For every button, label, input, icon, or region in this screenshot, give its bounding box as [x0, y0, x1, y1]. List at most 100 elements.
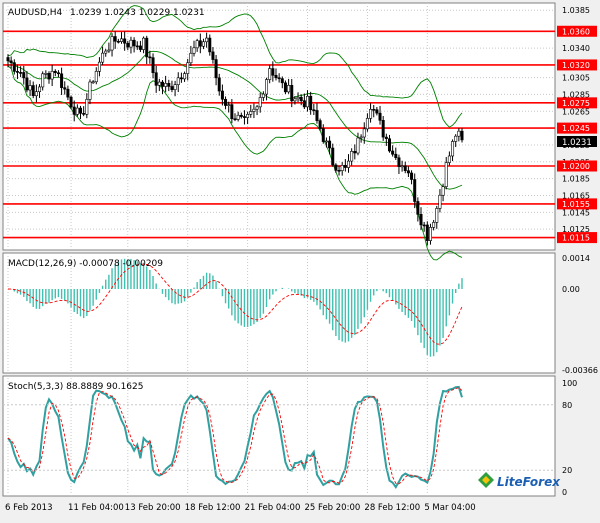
candle-body: [148, 56, 152, 59]
candle-body: [142, 37, 146, 50]
macd-pane[interactable]: [2, 252, 556, 374]
candle-body: [138, 45, 142, 50]
candle-body: [340, 165, 344, 171]
candle-body: [435, 208, 439, 223]
candle-body: [331, 147, 335, 166]
candle-body: [15, 71, 19, 73]
candle-body: [274, 75, 278, 79]
macd-title: MACD(12,26,9) -0.00078 -0.00209: [8, 259, 163, 269]
candle-body: [337, 170, 341, 172]
candle-body: [120, 38, 124, 42]
candle-body: [381, 120, 385, 138]
candle-body: [384, 136, 388, 140]
candle-body: [53, 70, 57, 74]
candle-body: [413, 179, 417, 202]
candle-body: [410, 172, 414, 180]
candle-body: [387, 138, 391, 152]
candle-body: [85, 99, 89, 115]
candle-body: [365, 118, 369, 130]
candle-body: [9, 60, 13, 63]
candle-body: [236, 114, 240, 120]
candle-body: [334, 164, 338, 171]
level-tag-label: 1.0115: [562, 234, 590, 243]
candle-body: [265, 79, 269, 95]
candle-body: [173, 84, 177, 90]
x-tick-label: 11 Feb 04:00: [68, 503, 124, 513]
macd-tick-label: -0.00366: [562, 366, 598, 375]
candle-body: [72, 106, 76, 115]
candle-body: [19, 72, 23, 74]
candle-body: [25, 77, 29, 91]
candle-body: [220, 90, 224, 100]
candle-body: [375, 109, 379, 114]
candle-body: [113, 36, 117, 42]
candle-body: [318, 120, 322, 129]
candle-body: [160, 81, 164, 87]
macd-tick-label: 0.00: [562, 285, 580, 294]
candle-body: [287, 85, 291, 93]
candle-body: [378, 112, 382, 121]
candle-body: [205, 37, 209, 43]
candle-body: [104, 50, 108, 54]
candle-body: [255, 106, 259, 110]
candle-body: [306, 95, 310, 108]
candle-body: [350, 151, 354, 162]
candle-body: [321, 128, 325, 142]
stoch-tick-label: 0: [562, 488, 567, 497]
candle-body: [261, 93, 265, 98]
candle-body: [129, 39, 133, 48]
candle-body: [447, 155, 451, 163]
candle-body: [290, 85, 294, 102]
candle-body: [233, 118, 237, 121]
candle-body: [277, 77, 281, 80]
candle-body: [154, 72, 158, 86]
logo-text: LiteForex: [497, 475, 561, 489]
candle-body: [425, 224, 429, 241]
candle-body: [400, 165, 404, 168]
candle-body: [12, 62, 16, 72]
x-tick-label: 6 Feb 2013: [5, 503, 53, 513]
candle-body: [101, 52, 105, 63]
stoch-tick-label: 20: [562, 466, 572, 475]
level-tag-label: 1.0200: [562, 162, 590, 171]
candle-body: [283, 82, 287, 93]
candle-body: [208, 37, 212, 53]
candle-body: [299, 96, 303, 101]
candle-body: [454, 135, 458, 142]
candle-body: [217, 77, 221, 92]
macd-tick-label: 0.0014: [562, 254, 590, 263]
candle-body: [38, 86, 42, 92]
candle-body: [224, 98, 228, 106]
price-header-values: 1.0239 1.0243 1.0229 1.0231: [70, 8, 205, 18]
candle-body: [359, 136, 363, 139]
candle-body: [422, 224, 426, 227]
candle-body: [34, 91, 38, 97]
candle-body: [28, 85, 32, 91]
price-tick-label: 1.0305: [562, 74, 590, 83]
candle-body: [116, 40, 120, 43]
candle-body: [268, 68, 272, 80]
candle-body: [22, 72, 26, 79]
level-tag-label: 1.0155: [562, 200, 590, 209]
price-pane[interactable]: [2, 2, 556, 251]
price-tick-label: 1.0340: [562, 44, 590, 53]
candle-body: [416, 201, 420, 215]
candle-body: [432, 222, 436, 228]
candle-body: [249, 111, 253, 115]
candle-body: [79, 107, 83, 114]
candle-body: [372, 108, 376, 111]
candle-body: [170, 86, 174, 90]
candle-body: [444, 162, 448, 187]
stoch-pane[interactable]: [2, 375, 556, 497]
candle-body: [315, 110, 319, 121]
stoch-tick-label: 100: [562, 379, 577, 388]
candle-body: [230, 104, 234, 120]
chart-canvas[interactable]: 1.03851.03601.03401.03201.03051.02851.02…: [0, 0, 600, 519]
candle-body: [353, 151, 357, 154]
candle-body: [246, 114, 250, 118]
candle-body: [145, 37, 149, 58]
candle-body: [252, 108, 256, 112]
x-tick-label: 25 Feb 20:00: [305, 503, 361, 513]
candle-body: [198, 40, 202, 47]
candle-body: [201, 41, 205, 47]
